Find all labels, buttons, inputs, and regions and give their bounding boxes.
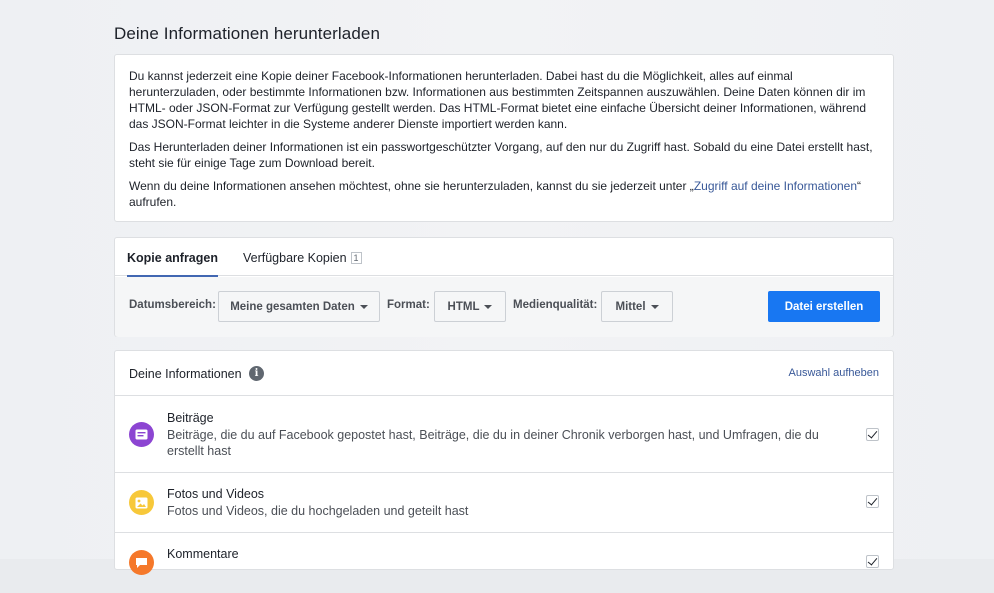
format-label: Format:	[387, 299, 430, 311]
your-information-header: Deine Informationen i Auswahl aufheben	[115, 351, 893, 396]
tab-available-copies-label: Verfügbare Kopien	[243, 251, 347, 265]
photos-videos-title: Fotos und Videos	[167, 487, 265, 501]
tab-bar: Kopie anfragen Verfügbare Kopien 1	[115, 238, 893, 278]
intro-paragraph-3-start: Wenn du deine Informationen ansehen möch…	[129, 179, 694, 193]
intro-card: Du kannst jederzeit eine Kopie deiner Fa…	[114, 54, 894, 222]
comments-checkbox[interactable]	[866, 555, 879, 568]
comments-icon	[129, 550, 154, 575]
chevron-down-icon	[484, 304, 493, 309]
photos-videos-checkbox[interactable]	[866, 495, 879, 508]
list-item-comments: Kommentare	[115, 533, 893, 593]
posts-icon	[129, 422, 154, 447]
your-information-card: Deine Informationen i Auswahl aufheben B…	[114, 350, 894, 575]
tab-request-copy-label: Kopie anfragen	[127, 251, 218, 265]
available-copies-count-badge: 1	[350, 252, 362, 264]
date-range-value: Meine gesamten Daten	[230, 300, 355, 313]
photos-icon	[129, 490, 154, 515]
posts-title: Beiträge	[167, 411, 214, 425]
info-icon[interactable]: i	[249, 366, 264, 381]
media-quality-value: Mittel	[615, 300, 646, 313]
tab-request-copy[interactable]: Kopie anfragen	[127, 251, 218, 278]
create-file-button[interactable]: Datei erstellen	[768, 291, 880, 322]
deselect-all-link[interactable]: Auswahl aufheben	[788, 367, 879, 379]
list-item-posts: Beiträge Beiträge, die du auf Facebook g…	[115, 397, 893, 473]
access-your-information-link[interactable]: Zugriff auf deine Informationen	[694, 179, 857, 193]
posts-description: Beiträge, die du auf Facebook gepostet h…	[167, 428, 819, 458]
date-range-label: Datumsbereich:	[129, 299, 216, 311]
list-item-photos-videos: Fotos und Videos Fotos und Videos, die d…	[115, 473, 893, 533]
format-dropdown[interactable]: HTML	[434, 291, 506, 322]
intro-paragraph-2: Das Herunterladen deiner Informationen i…	[129, 140, 873, 170]
your-information-title: Deine Informationen	[129, 367, 242, 381]
media-quality-label: Medienqualität:	[513, 299, 598, 311]
intro-paragraph-1: Du kannst jederzeit eine Kopie deiner Fa…	[129, 69, 866, 131]
tab-available-copies[interactable]: Verfügbare Kopien 1	[243, 251, 362, 265]
page: Deine Informationen herunterladen Du kan…	[0, 0, 994, 575]
intro-paragraph-3: Wenn du deine Informationen ansehen möch…	[129, 178, 879, 210]
chevron-down-icon	[650, 304, 659, 309]
date-range-dropdown[interactable]: Meine gesamten Daten	[218, 291, 380, 322]
photos-videos-description: Fotos und Videos, die du hochgeladen und…	[167, 504, 469, 518]
chevron-down-icon	[359, 304, 368, 309]
format-value: HTML	[447, 300, 480, 313]
media-quality-dropdown[interactable]: Mittel	[601, 291, 673, 322]
posts-checkbox[interactable]	[866, 428, 879, 441]
page-title: Deine Informationen herunterladen	[114, 24, 381, 43]
download-request-card: Kopie anfragen Verfügbare Kopien 1 Datums…	[114, 237, 894, 337]
filter-bar: Datumsbereich: Meine gesamten Daten Form…	[115, 277, 893, 337]
